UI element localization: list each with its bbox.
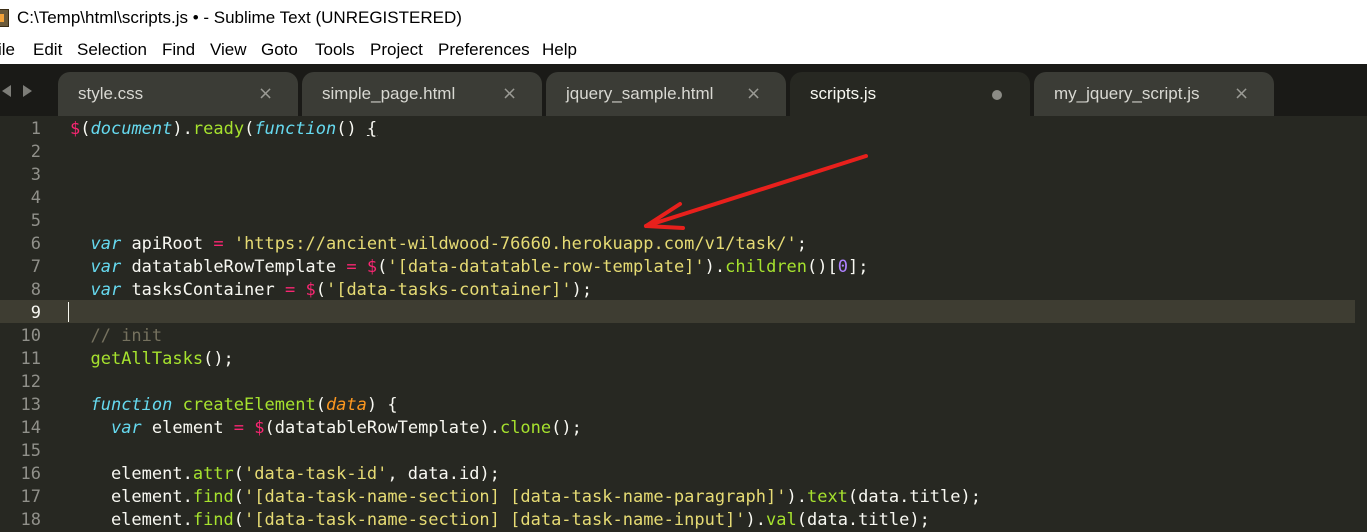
menu-file[interactable]: ile <box>0 40 15 60</box>
tab-scripts-js[interactable]: scripts.js <box>790 72 1030 116</box>
tab-label: jquery_sample.html <box>566 84 714 103</box>
close-icon[interactable]: × <box>502 83 517 104</box>
tab-my-jquery-script-js[interactable]: my_jquery_script.js × <box>1034 72 1274 116</box>
menu-project[interactable]: Project <box>370 40 423 60</box>
tab-label: scripts.js <box>810 84 877 103</box>
code-editor[interactable]: 1 2 3 4 5 6 7 8 9 10 11 12 13 14 15 16 1… <box>0 116 1367 532</box>
menu-find[interactable]: Find <box>162 40 195 60</box>
menu-preferences[interactable]: Preferences <box>438 40 530 60</box>
tab-label: my_jquery_script.js <box>1054 84 1200 103</box>
tab-jquery-sample-html[interactable]: jquery_sample.html × <box>546 72 786 116</box>
tab-label: style.css <box>78 84 144 103</box>
menu-view[interactable]: View <box>210 40 247 60</box>
annotation-arrow-icon <box>644 154 868 230</box>
menu-edit[interactable]: Edit <box>33 40 62 60</box>
close-icon[interactable]: × <box>746 83 761 104</box>
tab-simple-page-html[interactable]: simple_page.html × <box>302 72 542 116</box>
tab-label: simple_page.html <box>322 84 456 103</box>
unsaved-dot-icon[interactable] <box>992 90 1002 100</box>
menu-help[interactable]: Help <box>542 40 577 60</box>
menu-goto[interactable]: Goto <box>261 40 298 60</box>
tab-scroll-right-icon[interactable] <box>23 85 32 97</box>
menu-bar: ile Edit Selection Find View Goto Tools … <box>0 36 1367 64</box>
title-bar: C:\Temp\html\scripts.js • - Sublime Text… <box>0 0 1367 36</box>
menu-tools[interactable]: Tools <box>315 40 355 60</box>
window-title: C:\Temp\html\scripts.js • - Sublime Text… <box>17 8 462 27</box>
tab-scroll-left-icon[interactable] <box>2 85 11 97</box>
tab-style-css[interactable]: style.css × <box>58 72 298 116</box>
sublime-app-icon[interactable] <box>0 9 9 27</box>
close-icon[interactable]: × <box>1234 83 1249 104</box>
menu-selection[interactable]: Selection <box>77 40 147 60</box>
tab-bar: style.css × simple_page.html × jquery_sa… <box>0 64 1367 116</box>
close-icon[interactable]: × <box>258 83 273 104</box>
